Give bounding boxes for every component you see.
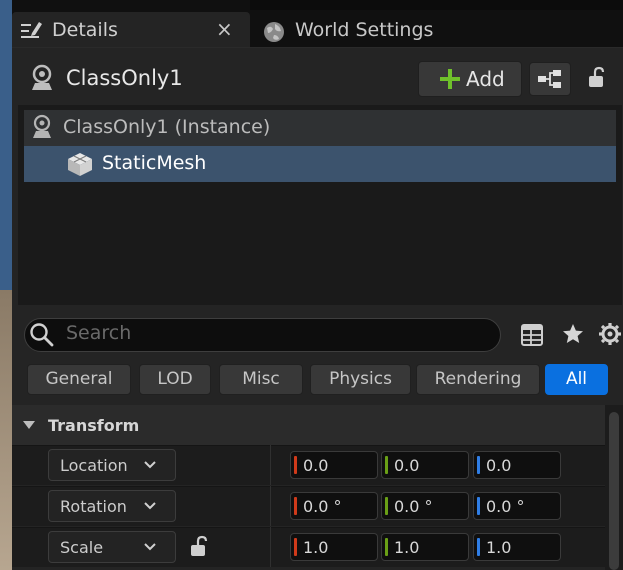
filter-misc[interactable]: Misc: [219, 364, 303, 395]
tab-bar-top-strip: [250, 0, 623, 10]
desktop-background-strip: [0, 0, 12, 290]
filter-general[interactable]: General: [27, 364, 131, 395]
actor-pawn-icon: [33, 114, 51, 138]
rotation-z-value: 0.0 °: [486, 497, 525, 516]
location-y-value: 0.0: [394, 456, 420, 475]
z-axis-marker: [477, 497, 480, 515]
tab-details[interactable]: [12, 12, 250, 48]
grid-view-icon[interactable]: [520, 323, 544, 347]
filter-lod[interactable]: LOD: [139, 364, 211, 395]
actor-name: ClassOnly1: [66, 66, 183, 90]
row-divider: [270, 486, 271, 526]
transform-section-title: Transform: [48, 416, 140, 435]
chevron-down-icon: [144, 502, 156, 510]
filter-all[interactable]: All: [545, 364, 608, 395]
rotation-x-value: 0.0 °: [303, 497, 342, 516]
scale-y-value: 1.0: [394, 538, 420, 557]
row-divider: [270, 445, 271, 485]
x-axis-marker: [294, 538, 297, 556]
tree-item-staticmesh-label: StaticMesh: [102, 152, 207, 174]
static-mesh-cube-icon: [68, 153, 92, 176]
z-axis-marker: [477, 538, 480, 556]
lock-icon[interactable]: [586, 66, 610, 90]
globe-icon[interactable]: [262, 20, 286, 44]
scale-x-value: 1.0: [303, 538, 329, 557]
x-axis-marker: [294, 456, 297, 474]
blueprint-graph-icon: [538, 70, 561, 88]
lock-icon[interactable]: [188, 535, 212, 559]
chevron-down-icon: [144, 461, 156, 469]
row-divider: [270, 527, 271, 567]
rotation-label: Rotation: [60, 497, 127, 516]
location-x-value: 0.0: [303, 456, 329, 475]
search-icon: [30, 323, 54, 347]
filter-rendering[interactable]: Rendering: [416, 364, 540, 395]
scale-label: Scale: [60, 538, 104, 557]
actor-pawn-icon: [32, 64, 52, 90]
star-icon[interactable]: [561, 322, 585, 346]
tab-world-settings[interactable]: World Settings: [295, 19, 433, 41]
y-axis-marker: [385, 538, 388, 556]
add-button-label: Add: [466, 67, 505, 91]
scrollbar-thumb[interactable]: [609, 412, 619, 570]
desktop-background-strip-lower: [0, 290, 12, 570]
z-axis-marker: [477, 456, 480, 474]
tab-close-button[interactable]: ×: [216, 17, 233, 41]
filter-physics[interactable]: Physics: [310, 364, 411, 395]
y-axis-marker: [385, 497, 388, 515]
location-label: Location: [60, 456, 128, 475]
x-axis-marker: [294, 497, 297, 515]
search-placeholder: Search: [66, 322, 132, 344]
triangle-down-icon: [23, 421, 35, 429]
tree-item-instance-label: ClassOnly1 (Instance): [63, 116, 271, 138]
pencil-list-icon: [21, 22, 42, 38]
tab-details-label: Details: [52, 19, 118, 41]
rotation-y-value: 0.0 °: [394, 497, 433, 516]
chevron-down-icon: [144, 543, 156, 551]
scale-z-value: 1.0: [486, 538, 512, 557]
location-z-value: 0.0: [486, 456, 512, 475]
gear-icon[interactable]: [597, 321, 623, 347]
y-axis-marker: [385, 456, 388, 474]
plus-icon: [440, 69, 460, 89]
